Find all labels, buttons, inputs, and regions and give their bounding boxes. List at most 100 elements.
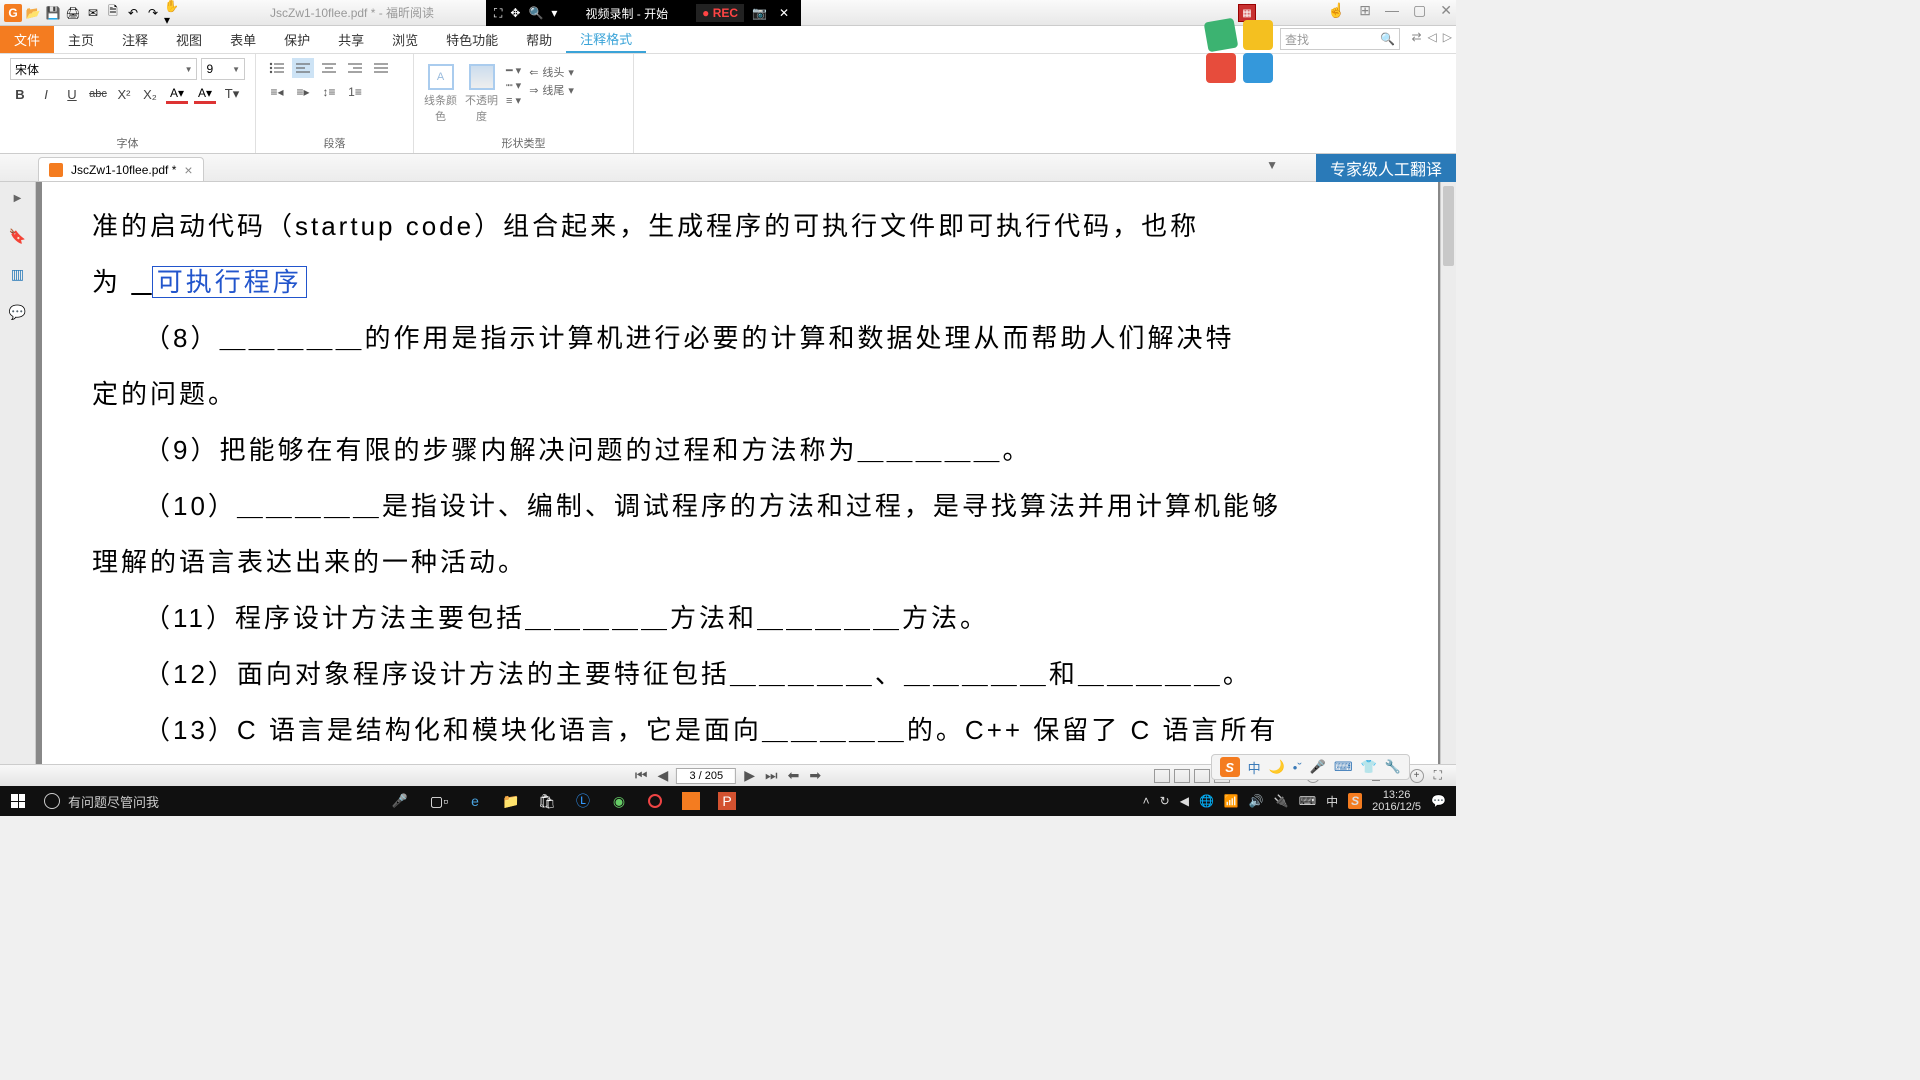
underline-button[interactable]: U bbox=[62, 84, 82, 104]
tab-file[interactable]: 文件 bbox=[0, 26, 54, 53]
rec-zoom-icon[interactable]: 🔍 bbox=[528, 6, 543, 20]
align-right-button[interactable] bbox=[344, 58, 366, 78]
start-button[interactable] bbox=[0, 786, 36, 816]
document-viewport[interactable]: 准的启动代码（startup code）组合起来，生成程序的可执行文件即可执行代… bbox=[36, 182, 1456, 786]
print-icon[interactable]: 🖨 bbox=[64, 4, 82, 22]
tray-shield-icon[interactable]: ◀ bbox=[1180, 794, 1189, 808]
line-tail-button[interactable]: ⇒ 线尾 ▾ bbox=[529, 82, 574, 98]
pages-icon[interactable]: ▥ bbox=[8, 264, 28, 284]
line-width-button[interactable]: ≡ ▾ bbox=[506, 94, 521, 107]
superscript-button[interactable]: X² bbox=[114, 84, 134, 104]
close-tab-button[interactable]: × bbox=[184, 162, 192, 178]
page-number-input[interactable] bbox=[676, 768, 736, 784]
align-justify-button[interactable] bbox=[370, 58, 392, 78]
line-spacing-button[interactable]: ↕≡ bbox=[318, 82, 340, 102]
document-tab[interactable]: JscZw1-10flee.pdf * × bbox=[38, 157, 204, 181]
ime-settings-icon[interactable]: 🔧 bbox=[1385, 759, 1401, 775]
hand-up-icon[interactable]: ☝ bbox=[1328, 2, 1345, 19]
ime-lang-button[interactable]: 中 bbox=[1248, 758, 1261, 777]
opacity-button[interactable]: 不透明 度 bbox=[465, 64, 498, 124]
recorder-icon[interactable] bbox=[644, 790, 666, 812]
bookmarks-icon[interactable]: 🔖 bbox=[8, 226, 28, 246]
task-view-button[interactable]: ▢▫ bbox=[428, 790, 450, 812]
highlight-button[interactable]: A▾ bbox=[194, 84, 216, 104]
tab-home[interactable]: 主页 bbox=[54, 26, 108, 53]
tray-keyboard-icon[interactable]: ⌨ bbox=[1299, 794, 1316, 808]
tab-share[interactable]: 共享 bbox=[324, 26, 378, 53]
fullscreen-button[interactable]: ⛶ bbox=[1434, 768, 1442, 783]
tab-annotation-format[interactable]: 注释格式 bbox=[566, 26, 646, 53]
tab-annotate[interactable]: 注释 bbox=[108, 26, 162, 53]
next-page-button[interactable]: ▶ bbox=[742, 767, 757, 784]
indent-inc-button[interactable]: ≡▸ bbox=[292, 82, 314, 102]
view-single-button[interactable] bbox=[1154, 769, 1170, 783]
bold-button[interactable]: B bbox=[10, 84, 30, 104]
tray-wifi-icon[interactable]: 📶 bbox=[1224, 794, 1239, 808]
hand-icon[interactable]: ✋▾ bbox=[164, 4, 182, 22]
comments-icon[interactable]: 💬 bbox=[8, 302, 28, 322]
tray-ime-button[interactable]: 中 bbox=[1326, 793, 1338, 810]
rec-move-icon[interactable]: ✥ bbox=[510, 6, 520, 20]
view-facing-button[interactable] bbox=[1194, 769, 1210, 783]
redo-icon[interactable]: ↷ bbox=[144, 4, 162, 22]
tray-sogou-icon[interactable]: S bbox=[1348, 793, 1362, 809]
prev-page-button[interactable]: ◀ bbox=[655, 767, 670, 784]
browser-icon[interactable]: ◉ bbox=[608, 790, 630, 812]
vertical-scrollbar[interactable] bbox=[1440, 182, 1456, 786]
line-dash-button[interactable]: ┉ ▾ bbox=[506, 79, 521, 92]
panel-expand-button[interactable]: ▶ bbox=[8, 188, 28, 208]
open-icon[interactable]: 📂 bbox=[24, 4, 42, 22]
close-button[interactable]: ✕ bbox=[1440, 2, 1452, 19]
tab-protect[interactable]: 保护 bbox=[270, 26, 324, 53]
tab-menu-button[interactable]: ▼ bbox=[1266, 158, 1278, 172]
tray-volume-icon[interactable]: 🔊 bbox=[1249, 794, 1264, 808]
maximize-button[interactable]: ▢ bbox=[1413, 2, 1426, 19]
ime-toolbar[interactable]: S 中 🌙 •ˇ 🎤 ⌨ 👕 🔧 bbox=[1211, 754, 1410, 780]
notifications-button[interactable]: 💬 bbox=[1431, 794, 1446, 808]
scrollbar-thumb[interactable] bbox=[1443, 186, 1454, 266]
powerpoint-icon[interactable]: P bbox=[716, 790, 738, 812]
ime-keyboard-icon[interactable]: ⌨ bbox=[1334, 759, 1353, 775]
subscript-button[interactable]: X₂ bbox=[140, 84, 160, 104]
store-icon[interactable]: 🛍 bbox=[536, 790, 558, 812]
minimize-button[interactable]: — bbox=[1385, 2, 1399, 19]
edge-icon[interactable]: e bbox=[464, 790, 486, 812]
rec-caret-icon[interactable]: ▾ bbox=[551, 6, 557, 20]
search-input[interactable]: 查找 🔍 bbox=[1280, 28, 1400, 50]
app-icon[interactable]: G bbox=[4, 4, 22, 22]
rec-camera-icon[interactable]: 📷 bbox=[752, 6, 767, 20]
foxit-icon[interactable] bbox=[680, 790, 702, 812]
next-icon[interactable]: ▷ bbox=[1443, 30, 1452, 44]
nav-fwd-button[interactable]: ➡ bbox=[807, 767, 823, 784]
prev-icon[interactable]: ◁ bbox=[1428, 30, 1437, 44]
text-effects-button[interactable]: T▾ bbox=[222, 84, 242, 104]
save-icon[interactable]: 💾 bbox=[44, 4, 62, 22]
undo-icon[interactable]: ↶ bbox=[124, 4, 142, 22]
font-color-button[interactable]: A▾ bbox=[166, 84, 188, 104]
align-center-button[interactable] bbox=[318, 58, 340, 78]
line-style-button[interactable]: ━ ▾ bbox=[506, 64, 521, 77]
options-icon[interactable]: ⇄ bbox=[1411, 30, 1421, 44]
tab-view[interactable]: 视图 bbox=[162, 26, 216, 53]
ime-logo-icon[interactable]: S bbox=[1220, 757, 1240, 777]
zoom-in-button[interactable]: + bbox=[1410, 769, 1424, 783]
rec-close-button[interactable]: ✕ bbox=[775, 6, 793, 20]
rec-indicator[interactable]: ● REC bbox=[696, 4, 744, 22]
tab-form[interactable]: 表单 bbox=[216, 26, 270, 53]
annotation-box[interactable]: 可执行程序 bbox=[152, 266, 307, 298]
numbering-button[interactable]: 1≡ bbox=[344, 82, 366, 102]
tray-power-icon[interactable]: 🔌 bbox=[1274, 794, 1289, 808]
first-page-button[interactable]: ⏮ bbox=[633, 767, 650, 784]
italic-button[interactable]: I bbox=[36, 84, 56, 104]
translate-button[interactable]: 专家级人工翻译 bbox=[1316, 154, 1456, 182]
view-continuous-button[interactable] bbox=[1174, 769, 1190, 783]
nav-back-button[interactable]: ⬅ bbox=[786, 767, 802, 784]
ime-punct-icon[interactable]: •ˇ bbox=[1293, 760, 1302, 775]
mic-icon[interactable]: 🎤 bbox=[392, 793, 408, 809]
tray-network-icon[interactable]: 🌐 bbox=[1199, 794, 1214, 808]
line-head-button[interactable]: ⇐ 线头 ▾ bbox=[529, 64, 574, 80]
ime-mic-icon[interactable]: 🎤 bbox=[1310, 759, 1326, 775]
cortana-search[interactable]: 有问题尽管问我 🎤 bbox=[36, 792, 416, 811]
ime-skin-icon[interactable]: 👕 bbox=[1361, 759, 1377, 775]
tab-browse[interactable]: 浏览 bbox=[378, 26, 432, 53]
